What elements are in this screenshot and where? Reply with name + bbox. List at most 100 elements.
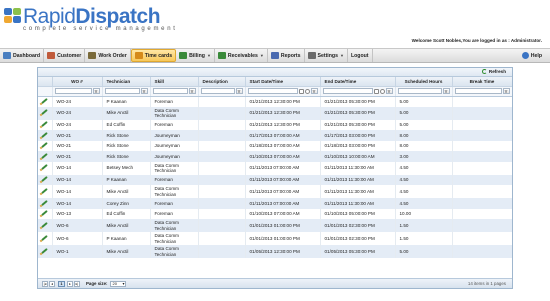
- pencil-icon[interactable]: [41, 131, 48, 138]
- table-row[interactable]: WO-14 Betsey Mech Data Comm Technician 01/1…: [38, 161, 512, 175]
- grid-toolbar: Refresh: [38, 68, 512, 77]
- table-cell: [198, 151, 246, 162]
- filter-input[interactable]: [397, 88, 442, 94]
- table-row[interactable]: WO-21 Rick Stone Journeyman 01/18/2013 07:0…: [38, 140, 512, 151]
- table-cell: 01/18/2013 03:00:00 PM: [320, 140, 396, 151]
- column-header[interactable]: [38, 77, 53, 87]
- column-header[interactable]: Description: [198, 77, 246, 87]
- table-cell: WO-21: [52, 130, 103, 141]
- table-cell: Journeyman: [150, 130, 199, 141]
- pencil-icon[interactable]: [41, 164, 48, 171]
- filter-icon[interactable]: ∀: [235, 88, 243, 94]
- nav-item-customer[interactable]: Customer: [44, 49, 86, 62]
- table-row[interactable]: WO-1 Mike Anctil Data Comm Technician 01/05…: [38, 245, 512, 258]
- table-cell: Data Comm Technician: [150, 106, 199, 120]
- table-row[interactable]: WO-24 Ed Coffin Foreman 01/21/2013 12:30:00…: [38, 119, 512, 130]
- pencil-icon[interactable]: [41, 176, 48, 183]
- pencil-icon[interactable]: [41, 109, 48, 116]
- table-row[interactable]: WO-21 Rick Stone Journeyman 01/17/2013 07:0…: [38, 130, 512, 141]
- table-row[interactable]: WO-14 Corey Zinn Foreman 01/11/2013 07:00:0…: [38, 198, 512, 209]
- table-cell: [198, 245, 246, 258]
- pencil-icon[interactable]: [41, 187, 48, 194]
- pencil-icon[interactable]: [41, 97, 48, 104]
- edit-cell: [38, 96, 53, 107]
- filter-input[interactable]: [454, 88, 502, 94]
- table-cell: Journeyman: [150, 151, 199, 162]
- column-header[interactable]: Skill: [150, 77, 199, 87]
- pencil-icon[interactable]: [41, 234, 48, 241]
- column-header[interactable]: Break Time: [452, 77, 512, 87]
- table-cell: 01/17/2013 07:00:00 AM: [245, 130, 321, 141]
- nav-item-receivables[interactable]: Receivables ▼: [215, 49, 268, 62]
- reports-icon: [270, 52, 279, 59]
- time-cards-icon: [134, 52, 143, 59]
- table-cell: Foreman: [150, 174, 199, 185]
- pencil-icon[interactable]: [41, 121, 48, 128]
- table-row[interactable]: WO-14 Mike Anctil Data Comm Technician 01/1…: [38, 185, 512, 198]
- column-header[interactable]: Scheduled Hours: [395, 77, 453, 87]
- nav-item-work-order[interactable]: Work Order: [85, 49, 131, 62]
- table-cell: 01/10/2013 10:00:00 AM: [320, 151, 396, 162]
- pencil-icon[interactable]: [41, 247, 48, 254]
- nav-item-time-cards[interactable]: Time cards: [130, 49, 177, 62]
- table-row[interactable]: WO-13 Ed Coffin Foreman 01/10/2013 07:00:00…: [38, 208, 512, 219]
- current-page[interactable]: 1: [58, 280, 65, 287]
- table-cell: Foreman: [150, 119, 199, 130]
- nav-item-dashboard[interactable]: Dashboard: [0, 49, 45, 62]
- column-header[interactable]: WO #: [52, 77, 103, 87]
- pencil-icon[interactable]: [41, 221, 48, 228]
- pencil-icon[interactable]: [41, 210, 48, 217]
- filter-input[interactable]: [54, 88, 92, 94]
- table-row[interactable]: WO-21 Rick Stone Journeyman 01/10/2013 07:0…: [38, 151, 512, 162]
- filter-icon[interactable]: ∀: [442, 88, 450, 94]
- nav-item-reports[interactable]: Reports: [268, 49, 305, 62]
- table-cell: 4.50: [395, 161, 453, 175]
- filter-input[interactable]: [152, 88, 188, 94]
- nav-item-logout[interactable]: Logout: [348, 49, 373, 62]
- table-cell: Foreman: [150, 208, 199, 219]
- table-cell: 01/01/2013 01:00:00 PM: [245, 232, 321, 245]
- column-header[interactable]: Start Date/Time: [245, 77, 321, 87]
- edit-cell: [38, 161, 53, 175]
- table-cell: [198, 219, 246, 232]
- help-button[interactable]: Help: [519, 49, 550, 62]
- next-page-button[interactable]: ▸: [67, 280, 73, 287]
- pencil-icon[interactable]: [41, 142, 48, 149]
- last-page-button[interactable]: ▸|: [74, 280, 80, 287]
- column-header[interactable]: Technician: [102, 77, 151, 87]
- filter-icon[interactable]: ∀: [502, 88, 510, 94]
- nav-item-settings[interactable]: Settings ▼: [305, 49, 348, 62]
- filter-input[interactable]: [322, 88, 373, 94]
- filter-icon[interactable]: ∀: [140, 88, 148, 94]
- table-cell: WO-1: [52, 245, 103, 258]
- table-row[interactable]: WO-14 P Kaanan Foreman 01/11/2013 07:00:00 …: [38, 174, 512, 185]
- pencil-icon[interactable]: [41, 199, 48, 206]
- filter-icon[interactable]: ∀: [92, 88, 100, 94]
- table-row[interactable]: WO-24 Mike Anctil Data Comm Technician 01/2…: [38, 106, 512, 120]
- filter-input[interactable]: [200, 88, 235, 94]
- table-row[interactable]: WO-24 P Kaanan Foreman 01/21/2013 12:30:00 …: [38, 96, 512, 107]
- filter-input[interactable]: [247, 88, 298, 94]
- chevron-down-icon: ▼: [339, 53, 344, 58]
- table-row[interactable]: WO-6 Mike Anctil Data Comm Technician 01/01…: [38, 219, 512, 232]
- page-size-select[interactable]: 20 ▾: [110, 280, 127, 287]
- refresh-button[interactable]: Refresh: [481, 69, 506, 74]
- filter-icon[interactable]: ∀: [188, 88, 196, 94]
- calendar-icon[interactable]: [373, 88, 379, 94]
- clock-icon[interactable]: [304, 88, 310, 94]
- table-row[interactable]: WO-6 P Kaanan Data Comm Technician 01/01/20…: [38, 232, 512, 245]
- filter-input[interactable]: [104, 88, 140, 94]
- column-header[interactable]: End Date/Time: [320, 77, 396, 87]
- calendar-icon[interactable]: [298, 88, 304, 94]
- filter-icon[interactable]: ∀: [385, 88, 393, 94]
- clock-icon[interactable]: [379, 88, 385, 94]
- filter-icon[interactable]: ∀: [310, 88, 318, 94]
- prev-page-button[interactable]: ◂: [49, 280, 55, 287]
- filter-cell: ∀: [52, 86, 103, 97]
- table-cell: [452, 151, 512, 162]
- pencil-icon[interactable]: [41, 152, 48, 159]
- nav-item-billing[interactable]: Billing ▼: [176, 49, 215, 62]
- first-page-button[interactable]: |◂: [42, 280, 48, 287]
- table-cell: 01/11/2013 11:30:00 AM: [320, 174, 396, 185]
- table-cell: 5.00: [395, 96, 453, 107]
